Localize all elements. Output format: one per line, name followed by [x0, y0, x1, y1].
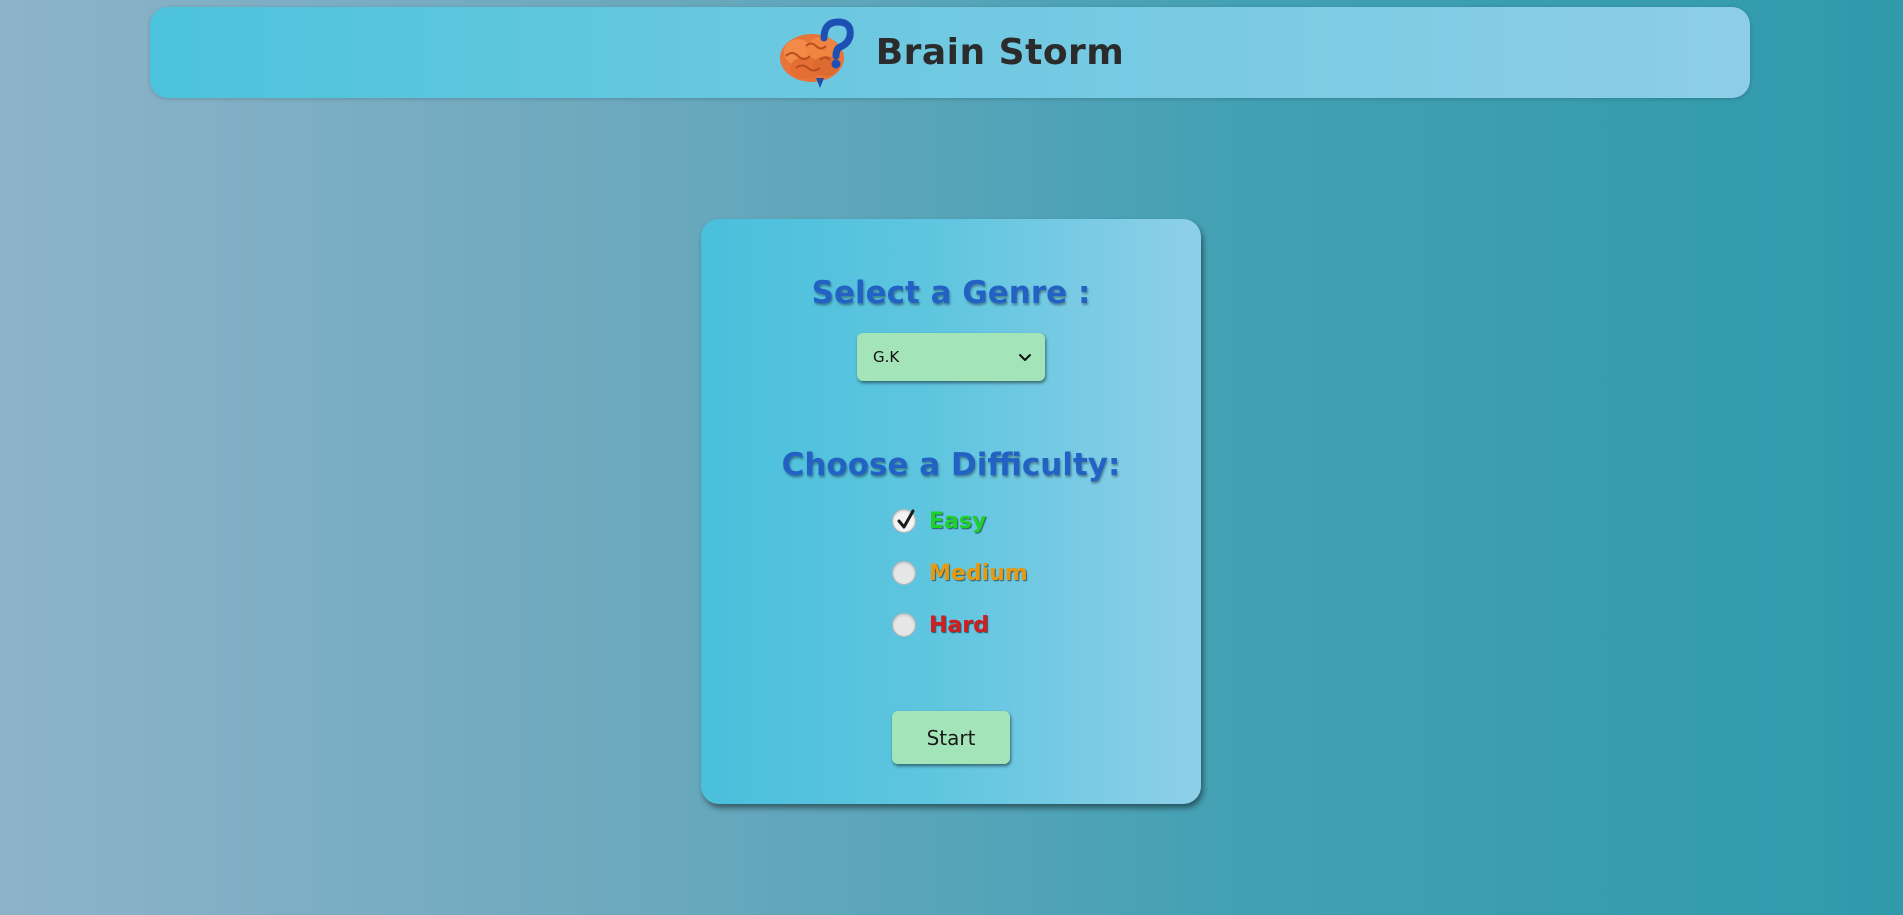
radio-label-hard: Hard: [929, 612, 989, 638]
radio-label-medium: Medium: [929, 560, 1028, 586]
chevron-down-icon: [1017, 349, 1033, 365]
genre-select-value: G.K: [873, 348, 900, 366]
radio-hard[interactable]: [892, 613, 916, 637]
app-header: Brain Storm: [150, 7, 1750, 98]
difficulty-option-hard[interactable]: Hard: [892, 610, 989, 640]
radio-easy[interactable]: [892, 509, 916, 533]
difficulty-option-easy[interactable]: Easy: [892, 506, 986, 536]
difficulty-option-medium[interactable]: Medium: [892, 558, 1028, 588]
app-title: Brain Storm: [875, 32, 1125, 73]
difficulty-heading: Choose a Difficulty:: [781, 447, 1121, 483]
start-button[interactable]: Start: [892, 711, 1010, 764]
radio-label-easy: Easy: [929, 508, 987, 534]
genre-select[interactable]: G.K: [857, 333, 1045, 381]
radio-medium[interactable]: [892, 561, 916, 585]
genre-heading: Select a Genre :: [811, 275, 1091, 311]
quiz-setup-card: Select a Genre : G.K Choose a Difficulty…: [701, 219, 1201, 804]
checkmark-icon: [897, 509, 915, 529]
brain-question-icon: [776, 16, 856, 90]
